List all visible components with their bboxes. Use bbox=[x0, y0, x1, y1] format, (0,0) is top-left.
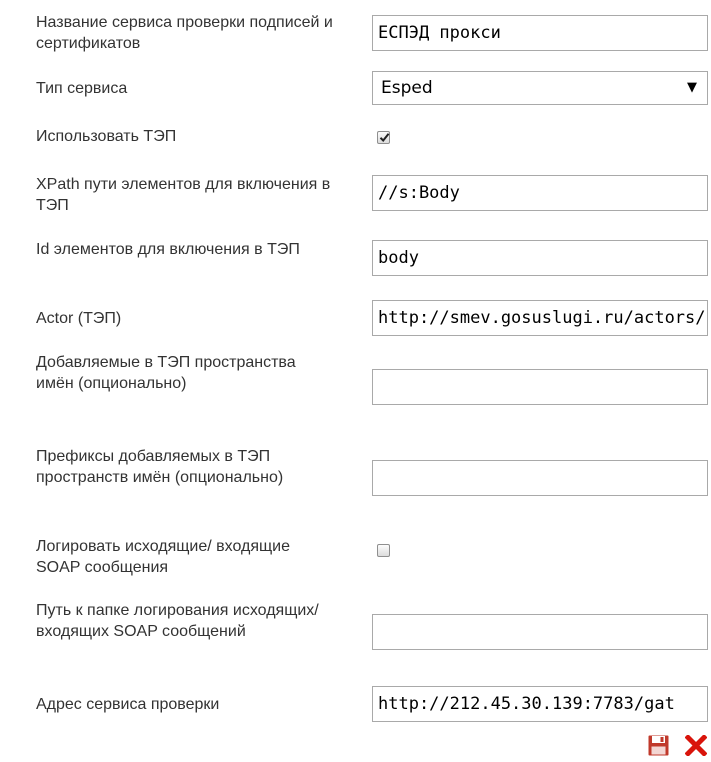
actor-input[interactable]: http://smev.gosuslugi.ru/actors/smev bbox=[372, 300, 708, 336]
service-address-label: Адрес сервиса проверки bbox=[36, 696, 220, 713]
service-type-label: Тип сервиса bbox=[36, 80, 128, 97]
namespaces-input[interactable] bbox=[372, 369, 708, 405]
checkmark-icon bbox=[379, 133, 390, 142]
log-soap-label: Логировать исходящие/ входящие SOAP сооб… bbox=[36, 538, 291, 576]
close-icon bbox=[684, 733, 708, 758]
use-tep-checkbox[interactable] bbox=[377, 131, 390, 144]
log-soap-checkbox[interactable] bbox=[377, 544, 390, 557]
element-ids-input[interactable]: body bbox=[372, 240, 708, 276]
namespace-prefixes-label: Префиксы добавляемых в ТЭП пространств и… bbox=[36, 448, 284, 486]
floppy-disk-icon bbox=[648, 735, 669, 756]
element-ids-label: Id элементов для включения в ТЭП bbox=[36, 241, 300, 258]
xpath-label: XPath пути элементов для включения в ТЭП bbox=[36, 176, 331, 214]
service-type-select[interactable]: Esped ▼ bbox=[372, 71, 708, 105]
xpath-input[interactable]: //s:Body bbox=[372, 175, 708, 211]
actor-label: Actor (ТЭП) bbox=[36, 310, 122, 327]
log-path-input[interactable] bbox=[372, 614, 708, 650]
cancel-button[interactable] bbox=[684, 733, 708, 761]
service-address-input[interactable]: http://212.45.30.139:7783/gat bbox=[372, 686, 708, 722]
log-path-label: Путь к папке логирования исходящих/входя… bbox=[36, 602, 319, 640]
save-button[interactable] bbox=[648, 735, 669, 761]
use-tep-label: Использовать ТЭП bbox=[36, 128, 177, 145]
namespace-prefixes-input[interactable] bbox=[372, 460, 708, 496]
service-name-label: Название сервиса проверки подписей и сер… bbox=[36, 14, 333, 52]
dropdown-arrow-icon: ▼ bbox=[687, 80, 697, 95]
service-type-selected: Esped bbox=[381, 78, 433, 98]
namespaces-label: Добавляемые в ТЭП пространства имён (опц… bbox=[36, 354, 296, 392]
service-name-input[interactable]: ЕСПЭД прокси bbox=[372, 15, 708, 51]
